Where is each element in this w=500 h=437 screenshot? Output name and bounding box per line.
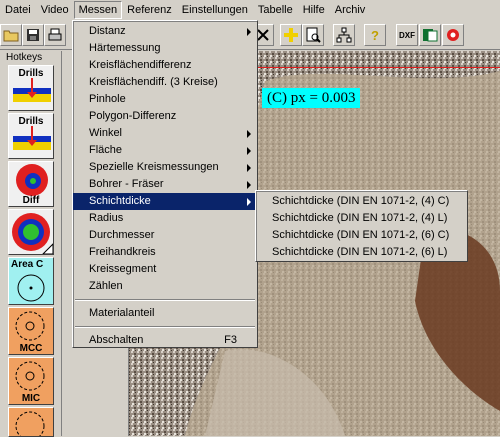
submenu-item-6c[interactable]: Schichtdicke (DIN EN 1071-2, (6) C) — [256, 227, 467, 244]
network-icon[interactable] — [333, 24, 355, 46]
menu-item-polygon-differenz[interactable]: Polygon-Differenz — [73, 108, 257, 125]
crosshair-icon[interactable] — [280, 24, 302, 46]
submenu-arrow-icon — [247, 181, 251, 189]
open-folder-icon[interactable] — [0, 24, 22, 46]
excel-export-icon[interactable] — [419, 24, 441, 46]
hotkey-three-circles[interactable] — [8, 209, 54, 255]
menu-item-haertemessung[interactable]: Härtemessung — [73, 40, 257, 57]
menu-item-label: Winkel — [89, 127, 123, 139]
dxf-label: DXF — [399, 30, 415, 40]
menu-einstellungen[interactable]: Einstellungen — [177, 1, 253, 19]
menubar: Datei Video Messen Referenz Einstellunge… — [0, 0, 500, 20]
submenu-item-6l[interactable]: Schichtdicke (DIN EN 1071-2, (6) L) — [256, 244, 467, 261]
menu-item-label: Kreisflächendifferenz — [89, 59, 192, 71]
hotkey-extra[interactable] — [8, 407, 54, 437]
settings-gear-icon[interactable] — [442, 24, 464, 46]
dxf-export-icon[interactable]: DXF — [396, 24, 418, 46]
menu-item-label: Abschalten — [89, 334, 144, 346]
hotkeys-panel: Hotkeys Drills Drills Diff Area C MCC MI… — [0, 51, 62, 437]
submenu-item-4l[interactable]: Schichtdicke (DIN EN 1071-2, (4) L) — [256, 210, 467, 227]
menu-item-radius[interactable]: Radius — [73, 210, 257, 227]
menu-item-durchmesser[interactable]: Durchmesser — [73, 227, 257, 244]
submenu-arrow-icon — [247, 164, 251, 172]
hotkey-label: MCC — [19, 343, 43, 354]
menu-item-zaehlen[interactable]: Zählen — [73, 278, 257, 295]
menu-item-bohrer-fraeser[interactable]: Bohrer - Fräser — [73, 176, 257, 193]
menu-item-label: Spezielle Kreismessungen — [89, 161, 219, 173]
menu-item-label: Schichtdicke (DIN EN 1071-2, (4) C) — [272, 195, 450, 207]
menu-separator — [75, 326, 255, 328]
drill-icon — [13, 126, 51, 150]
submenu-arrow-icon — [247, 147, 251, 155]
menu-item-schichtdicke[interactable]: Schichtdicke — [73, 193, 257, 210]
hotkeys-title: Hotkeys — [6, 52, 43, 63]
menu-item-distanz[interactable]: Distanz — [73, 23, 257, 40]
shortcut-label: F3 — [224, 334, 237, 346]
zoom-document-icon[interactable] — [302, 24, 324, 46]
svg-text:?: ? — [371, 28, 379, 43]
menu-item-winkel[interactable]: Winkel — [73, 125, 257, 142]
circle-tool-icon — [15, 411, 45, 436]
menu-item-label: Durchmesser — [89, 229, 155, 241]
menu-separator — [75, 299, 255, 301]
area-circle-icon — [17, 274, 45, 302]
menu-item-label: Fläche — [89, 144, 123, 156]
menu-hilfe[interactable]: Hilfe — [298, 1, 330, 19]
menu-item-label: Distanz — [89, 25, 126, 37]
menu-item-flaeche[interactable]: Fläche — [73, 142, 257, 159]
three-circles-icon — [12, 213, 53, 254]
submenu-item-4c[interactable]: Schichtdicke (DIN EN 1071-2, (4) C) — [256, 193, 467, 210]
menu-item-label: Schichtdicke (DIN EN 1071-2, (6) L) — [272, 246, 448, 258]
hotkey-diff[interactable]: Diff — [8, 161, 54, 207]
save-icon[interactable] — [22, 24, 44, 46]
menu-referenz[interactable]: Referenz — [122, 1, 177, 19]
menu-item-label: Polygon-Differenz — [89, 110, 177, 122]
submenu-arrow-icon — [247, 28, 251, 36]
submenu-arrow-icon — [247, 130, 251, 138]
menu-messen[interactable]: Messen — [73, 1, 123, 19]
menu-tabelle[interactable]: Tabelle — [253, 1, 298, 19]
help-icon[interactable]: ? — [364, 24, 386, 46]
menu-item-materialanteil[interactable]: Materialanteil — [73, 305, 257, 322]
measurement-line — [257, 67, 500, 68]
menu-item-label: Kreissegment — [89, 263, 157, 275]
hotkey-label: Diff — [22, 195, 40, 206]
side-column — [63, 51, 72, 436]
menu-item-spezielle-kreismessungen[interactable]: Spezielle Kreismessungen — [73, 159, 257, 176]
schichtdicke-submenu: Schichtdicke (DIN EN 1071-2, (4) C) Schi… — [255, 190, 468, 262]
menu-archiv[interactable]: Archiv — [330, 1, 371, 19]
menu-item-abschalten[interactable]: Abschalten F3 — [73, 332, 257, 349]
menu-datei[interactable]: Datei — [0, 1, 36, 19]
menu-item-kreisflaechendifferenz[interactable]: Kreisflächendifferenz — [73, 57, 257, 74]
hotkey-label: MIC — [21, 393, 41, 404]
menu-item-kreisflaechendiff-3[interactable]: Kreisflächendiff. (3 Kreise) — [73, 74, 257, 91]
menu-item-label: Radius — [89, 212, 124, 224]
menu-item-label: Schichtdicke — [89, 195, 151, 207]
hotkey-mic[interactable]: MIC — [8, 357, 54, 405]
menu-item-label: Freihandkreis — [89, 246, 156, 258]
hotkey-mcc[interactable]: MCC — [8, 307, 54, 355]
print-icon[interactable] — [44, 24, 66, 46]
scale-label: (C) px = 0.003 — [262, 88, 361, 108]
hotkey-drills-2[interactable]: Drills — [8, 113, 54, 159]
menu-item-label: Bohrer - Fräser — [89, 178, 164, 190]
messen-menu: Distanz Härtemessung Kreisflächendiffere… — [72, 20, 258, 348]
menu-item-label: Kreisflächendiff. (3 Kreise) — [89, 76, 218, 88]
menu-item-kreissegment[interactable]: Kreissegment — [73, 261, 257, 278]
menu-item-label: Schichtdicke (DIN EN 1071-2, (4) L) — [272, 212, 448, 224]
menu-item-label: Schichtdicke (DIN EN 1071-2, (6) C) — [272, 229, 450, 241]
hotkey-area-c[interactable]: Area C — [8, 257, 54, 305]
menu-item-label: Zählen — [89, 280, 123, 292]
drill-icon — [13, 78, 51, 102]
menu-item-label: Pinhole — [89, 93, 126, 105]
submenu-arrow-icon — [247, 198, 251, 206]
menu-item-label: Härtemessung — [89, 42, 161, 54]
menu-item-pinhole[interactable]: Pinhole — [73, 91, 257, 108]
menu-item-freihandkreis[interactable]: Freihandkreis — [73, 244, 257, 261]
hotkey-drills-1[interactable]: Drills — [8, 65, 54, 111]
menu-item-label: Materialanteil — [89, 307, 155, 319]
menu-video[interactable]: Video — [36, 1, 74, 19]
